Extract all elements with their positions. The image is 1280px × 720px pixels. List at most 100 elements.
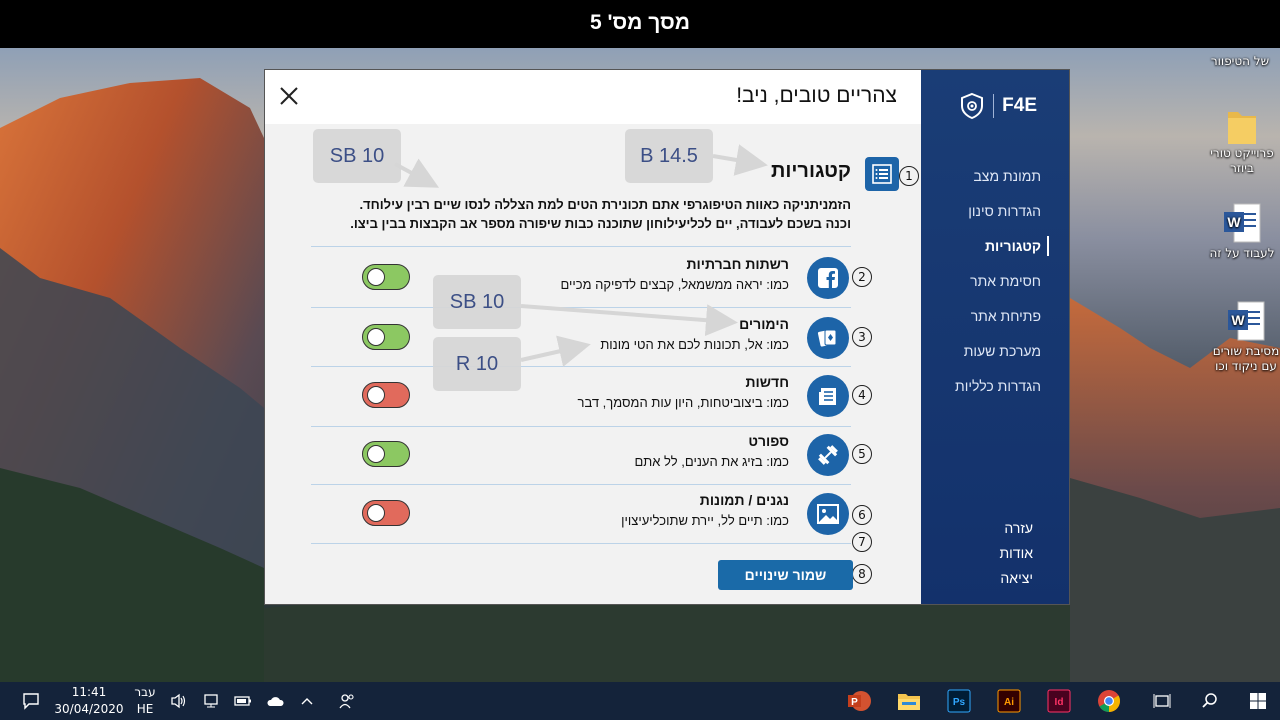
folder-icon <box>1228 112 1256 144</box>
cloud-icon <box>267 697 284 706</box>
windows-icon <box>1250 693 1266 709</box>
svg-text:Ps: Ps <box>953 697 966 708</box>
dumbbell-icon <box>807 434 849 476</box>
task-view-icon <box>1153 694 1171 708</box>
category-subtitle: כמו: אל, תכונות לכם את הטי מונות <box>600 337 789 352</box>
nav-item-snapshot[interactable]: תמונת מצב <box>955 166 1041 201</box>
photoshop-app-button[interactable]: Ps <box>944 682 974 720</box>
toggle-knob <box>367 268 385 286</box>
nav-item-general-settings[interactable]: הגדרות כלליות <box>955 376 1041 411</box>
nav-item-categories[interactable]: קטגוריות <box>955 236 1049 271</box>
sidebar-footer-nav: עזרה אודות יציאה <box>1000 518 1034 593</box>
category-subtitle: כמו: בזיג את הענים, לל אתם <box>634 454 789 469</box>
clock[interactable]: 11:41 30/04/2020 <box>50 682 128 720</box>
logo-text: F4E <box>1002 95 1037 116</box>
categories-title: קטגוריות <box>771 160 851 182</box>
nav-item-open-site[interactable]: פתיחת אתר <box>955 306 1041 341</box>
step-number: 7 <box>852 532 872 552</box>
notifications-icon <box>23 693 39 710</box>
battery-button[interactable] <box>230 682 256 720</box>
nav-item-help[interactable]: עזרה <box>1000 518 1033 543</box>
step-number: 8 <box>852 564 872 584</box>
file-explorer-app-button[interactable] <box>894 682 924 720</box>
category-title: חדשות <box>745 374 790 390</box>
toggle-knob <box>367 386 385 404</box>
category-row: 2 רשתות חברתיות כמו: יראה ממשמאל, קבצים … <box>265 248 921 308</box>
sidebar: F4E תמונת מצב הגדרות סינון קטגוריות חסימ… <box>921 70 1069 604</box>
step-number: 4 <box>852 385 872 405</box>
category-row: 6 נגנים / תמונות כמו: תיים לל, יירת שתוכ… <box>265 484 921 544</box>
start-button[interactable] <box>1244 682 1272 720</box>
annotation-note: SB 10 <box>313 129 401 183</box>
nav-item-block-site[interactable]: חסימת אתר <box>955 271 1041 306</box>
step-number: 5 <box>852 444 872 464</box>
network-button[interactable] <box>198 682 224 720</box>
word-file-icon: W <box>1224 203 1261 243</box>
onedrive-button[interactable] <box>262 682 288 720</box>
volume-icon <box>171 693 186 709</box>
illustrator-app-button[interactable]: Ai <box>994 682 1024 720</box>
step-number: 2 <box>852 267 872 287</box>
nav-item-exit[interactable]: יציאה <box>1000 568 1033 593</box>
category-title: הימורים <box>739 316 789 332</box>
greeting: צהריים טובים, ניב! <box>736 84 897 107</box>
language-indicator[interactable]: עבר HE <box>128 682 162 720</box>
nav-item-schedule[interactable]: מערכת שעות <box>955 341 1041 376</box>
category-toggle[interactable] <box>362 441 410 467</box>
people-button[interactable] <box>334 682 360 720</box>
toggle-knob <box>367 504 385 522</box>
category-subtitle: כמו: תיים לל, יירת שתוכליעיצוין <box>621 513 789 528</box>
categories-description: הזמניתניקה כאוות הטיפוגרפי אתם תכונירת ה… <box>350 197 851 231</box>
search-icon <box>1202 693 1217 708</box>
taskbar: 11:41 30/04/2020 עבר HE P Ps Ai Id <box>0 682 1280 720</box>
category-row: 3 הימורים כמו: אל, תכונות לכם את הטי מונ… <box>265 308 921 368</box>
desktop-icon[interactable]: W מסיבת שורים עם ניקוד וכו <box>1206 300 1280 374</box>
logo: F4E <box>959 92 1037 120</box>
category-title: נגנים / תמונות <box>699 492 789 508</box>
volume-button[interactable] <box>166 682 192 720</box>
category-toggle[interactable] <box>362 324 410 350</box>
network-icon <box>204 694 218 708</box>
folder-icon <box>898 694 920 710</box>
logo-divider <box>993 94 995 118</box>
close-icon[interactable] <box>279 86 299 106</box>
list-icon <box>865 157 899 191</box>
photoshop-icon: Ps <box>947 689 971 713</box>
step-number: 3 <box>852 327 872 347</box>
task-view-button[interactable] <box>1148 682 1176 720</box>
search-button[interactable] <box>1196 682 1224 720</box>
desktop-icon[interactable]: W לעבוד על זה <box>1202 202 1280 261</box>
clock-date: 30/04/2020 <box>54 702 124 716</box>
svg-text:W: W <box>1231 312 1245 328</box>
chrome-app-button[interactable] <box>1094 682 1124 720</box>
people-icon <box>339 694 354 709</box>
nav-item-filter-settings[interactable]: הגדרות סינון <box>955 201 1041 236</box>
save-changes-button[interactable]: שמור שינויים <box>718 560 853 590</box>
powerpoint-icon: P <box>848 691 871 711</box>
step-number: 1 <box>899 166 919 186</box>
nav-item-about[interactable]: אודות <box>1000 543 1034 568</box>
divider <box>311 543 851 544</box>
word-file-icon: W <box>1228 301 1265 341</box>
show-hidden-icons-button[interactable] <box>294 682 320 720</box>
svg-text:P: P <box>851 697 858 708</box>
category-toggle[interactable] <box>362 500 410 526</box>
category-toggle[interactable] <box>362 382 410 408</box>
divider <box>311 246 851 247</box>
desktop-icon[interactable]: של הטיפוור <box>1200 54 1280 69</box>
indesign-app-button[interactable]: Id <box>1044 682 1074 720</box>
desktop-icon[interactable]: פרוייקט טורי ביוזר <box>1202 104 1280 176</box>
annotation-note: SB 10 <box>433 275 521 329</box>
category-title: ספורט <box>748 433 789 449</box>
powerpoint-app-button[interactable]: P <box>844 682 874 720</box>
image-icon <box>807 493 849 535</box>
svg-text:W: W <box>1227 214 1241 230</box>
slide-title: מסך מס' 5 <box>0 0 1280 48</box>
category-toggle[interactable] <box>362 264 410 290</box>
illustrator-icon: Ai <box>997 689 1021 713</box>
battery-icon <box>234 696 251 706</box>
cards-icon <box>807 317 849 359</box>
sidebar-nav: תמונת מצב הגדרות סינון קטגוריות חסימת את… <box>955 166 1049 411</box>
notifications-button[interactable] <box>14 682 48 720</box>
clock-time: 11:41 <box>71 685 107 699</box>
